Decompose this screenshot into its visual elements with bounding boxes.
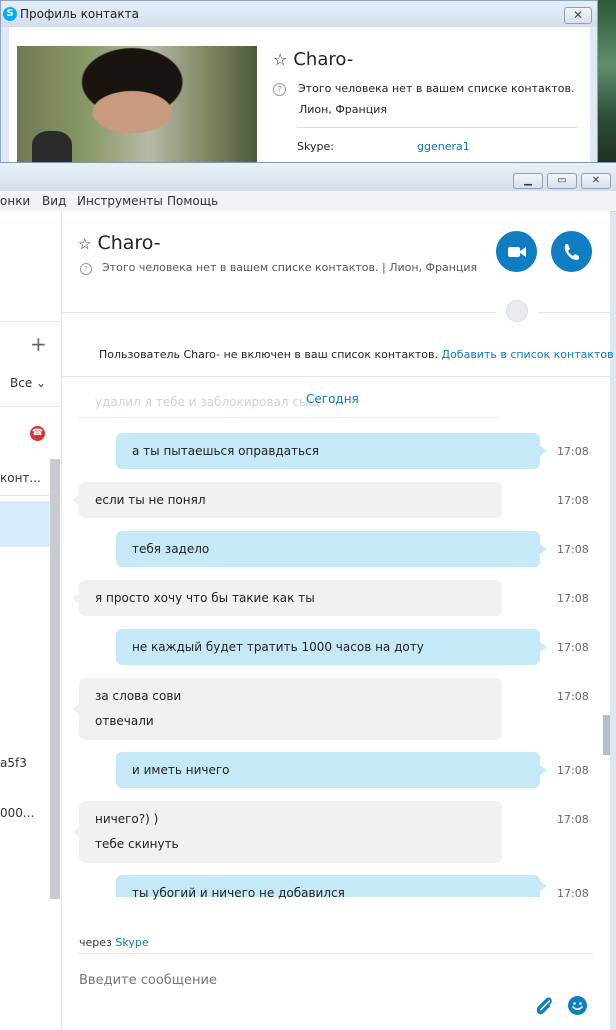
contact-list-item-selected[interactable] bbox=[0, 501, 50, 547]
message-text: а ты пытаешься оправдаться bbox=[132, 444, 319, 458]
plus-icon[interactable]: + bbox=[30, 332, 47, 356]
conversation-pane: ☆ Charo- ? Этого человека нет в вашем спис… bbox=[62, 211, 614, 1030]
help-icon: ? bbox=[273, 83, 286, 96]
profile-status-row: ? Этого человека нет в вашем списке конта… bbox=[273, 82, 575, 96]
outgoing-message[interactable]: ты убогий и ничего не добавился bbox=[116, 875, 547, 900]
via-skype: через Skype bbox=[79, 936, 149, 949]
menu-item-help[interactable]: Помощь bbox=[167, 194, 218, 208]
message-text: если ты не понял bbox=[95, 493, 206, 507]
message-text: за слова сови bbox=[95, 689, 182, 703]
message-time: 17:08 bbox=[557, 641, 589, 654]
add-to-contacts-link[interactable]: Добавить в список контактов bbox=[441, 348, 613, 361]
not-in-contacts-notice: Пользователь Charo- не включен в ваш спи… bbox=[99, 348, 614, 361]
message-time: 17:08 bbox=[557, 813, 589, 826]
outgoing-message[interactable]: тебя задело bbox=[116, 531, 547, 567]
incoming-message[interactable]: ничего?) ) тебе скинуть bbox=[72, 801, 502, 863]
profile-close-button[interactable]: ✕ bbox=[564, 7, 592, 24]
conversation-header-name: ☆ Charo- bbox=[78, 232, 161, 254]
contact-list-item[interactable]: a5f3 bbox=[0, 756, 27, 770]
contacts-panel: + Все ⌄ ☎ конт... a5f3 000... bbox=[0, 211, 62, 1030]
menu-item-tools[interactable]: Инструменты bbox=[77, 194, 163, 208]
contact-name: Charo- bbox=[97, 232, 161, 254]
menu-item-view[interactable]: Вид bbox=[42, 194, 66, 208]
profile-location: Лион, Франция bbox=[299, 103, 387, 116]
divider bbox=[62, 376, 610, 377]
message-text: отвечали bbox=[95, 714, 154, 728]
divider bbox=[78, 417, 500, 418]
outgoing-message[interactable]: а ты пытаешься оправдаться bbox=[116, 433, 547, 469]
notice-text: Пользователь Charo- не включен в ваш спи… bbox=[99, 348, 438, 361]
divider bbox=[538, 312, 610, 313]
outgoing-message[interactable]: и иметь ничего bbox=[116, 752, 547, 788]
profile-titlebar: S Профиль контакта ✕ bbox=[1, 1, 597, 27]
via-prefix: через bbox=[79, 936, 112, 949]
message-text: и иметь ничего bbox=[132, 763, 230, 777]
message-text: я просто хочу что бы такие как ты bbox=[95, 591, 315, 605]
main-window: ▁ ▭ ✕ онки Вид Инструменты Помощь + Все … bbox=[0, 162, 616, 1030]
divider bbox=[297, 127, 577, 128]
contacts-filter-dropdown[interactable]: Все ⌄ bbox=[10, 376, 46, 390]
attach-icon[interactable] bbox=[534, 995, 554, 1017]
profile-avatar bbox=[17, 46, 257, 166]
help-icon: ? bbox=[80, 263, 92, 275]
profile-status: Этого человека нет в вашем списке контак… bbox=[298, 82, 575, 95]
profile-body: ☆ Charo- ? Этого человека нет в вашем спис… bbox=[9, 27, 590, 166]
profile-window-title: Профиль контакта bbox=[20, 7, 139, 21]
end-call-icon[interactable]: ☎ bbox=[30, 426, 45, 441]
date-separator: Сегодня bbox=[306, 392, 359, 406]
profile-skype-name[interactable]: ggenera1 bbox=[417, 140, 470, 153]
incoming-message[interactable]: я просто хочу что бы такие как ты bbox=[72, 580, 502, 616]
message-time: 17:08 bbox=[557, 445, 589, 458]
faded-message: удалил я тебе и заблокировал сыщ bbox=[95, 395, 320, 409]
conversation-status-text: Этого человека нет в вашем списке контак… bbox=[102, 261, 478, 274]
message-text: ничего?) ) bbox=[95, 812, 159, 826]
divider bbox=[0, 406, 61, 407]
globe-icon bbox=[506, 300, 528, 322]
menu-bar: онки Вид Инструменты Помощь bbox=[0, 191, 616, 212]
menu-item-calls[interactable]: онки bbox=[0, 194, 30, 208]
message-text: ты убогий и ничего не добавился bbox=[132, 886, 345, 900]
divider bbox=[78, 953, 593, 954]
audio-call-button[interactable] bbox=[551, 231, 592, 272]
desktop-background bbox=[598, 0, 616, 165]
star-icon[interactable]: ☆ bbox=[273, 50, 287, 69]
incoming-message[interactable]: если ты не понял bbox=[72, 482, 502, 518]
message-text: не каждый будет тратить 1000 часов на до… bbox=[132, 640, 424, 654]
message-input[interactable] bbox=[79, 971, 519, 989]
divider bbox=[0, 321, 61, 322]
profile-skype-label: Skype: bbox=[297, 140, 334, 153]
message-time: 17:08 bbox=[557, 887, 589, 900]
message-time: 17:08 bbox=[557, 543, 589, 556]
close-button[interactable]: ✕ bbox=[581, 173, 611, 189]
message-text: тебя задело bbox=[132, 542, 210, 556]
outgoing-message[interactable]: не каждый будет тратить 1000 часов на до… bbox=[116, 629, 547, 665]
star-icon[interactable]: ☆ bbox=[78, 235, 91, 253]
contacts-scrollbar[interactable] bbox=[50, 459, 60, 899]
maximize-button[interactable]: ▭ bbox=[547, 173, 577, 189]
emoji-icon[interactable] bbox=[568, 996, 587, 1015]
contact-list-item[interactable]: 000... bbox=[0, 806, 34, 820]
message-time: 17:08 bbox=[557, 764, 589, 777]
message-time: 17:08 bbox=[557, 690, 589, 703]
divider bbox=[62, 312, 496, 313]
contact-list-item[interactable]: конт... bbox=[0, 471, 41, 485]
main-titlebar: ▁ ▭ ✕ bbox=[0, 163, 616, 191]
minimize-button[interactable]: ▁ bbox=[513, 173, 543, 189]
conversation-scrollbar-thumb[interactable] bbox=[603, 715, 610, 755]
profile-window: S Профиль контакта ✕ ☆ Charo- ? Этого чело… bbox=[0, 0, 598, 166]
message-time: 17:08 bbox=[557, 592, 589, 605]
video-call-button[interactable] bbox=[496, 231, 537, 272]
phone-icon bbox=[564, 244, 579, 260]
message-time: 17:08 bbox=[557, 494, 589, 507]
profile-name-row: ☆ Charo- bbox=[273, 49, 353, 70]
video-call-icon bbox=[508, 247, 526, 257]
message-text: тебе скинуть bbox=[95, 837, 179, 851]
conversation-status: ? Этого человека нет в вашем списке конта… bbox=[80, 261, 477, 275]
skype-link[interactable]: Skype bbox=[115, 936, 148, 949]
skype-logo-icon: S bbox=[3, 7, 17, 21]
incoming-message[interactable]: за слова сови отвечали bbox=[72, 678, 502, 740]
profile-name: Charo- bbox=[293, 49, 354, 70]
